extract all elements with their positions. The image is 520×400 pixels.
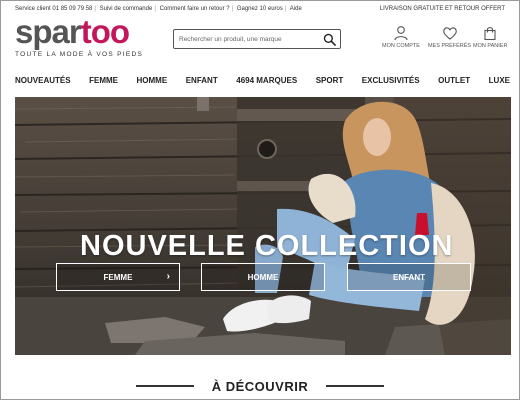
hero-femme-label: FEMME	[103, 272, 133, 282]
divider-right	[326, 385, 385, 387]
win-link[interactable]: Gagnez 10 euros	[237, 6, 283, 12]
main-nav: NOUVEAUTÉS FEMME HOMME ENFANT 4694 MARQU…	[15, 70, 510, 90]
nav-item-outlet[interactable]: OUTLET	[438, 76, 470, 85]
discover-section-header: À DÉCOUVRIR	[0, 376, 520, 396]
customer-service-link[interactable]: Service client 01 85 09 79 58	[15, 6, 92, 12]
section-title: À DÉCOUVRIR	[211, 378, 309, 394]
divider-left	[135, 385, 194, 387]
return-link[interactable]: Comment faire un retour ?	[160, 6, 230, 12]
hero-banner[interactable]: NOUVELLE COLLECTION FEMME › HOMME ENFANT	[15, 97, 511, 355]
nav-item-femme[interactable]: FEMME	[89, 76, 118, 85]
my-account-button[interactable]: MON COMPTE	[382, 25, 420, 49]
nav-item-homme[interactable]: HOMME	[137, 76, 168, 85]
heart-icon	[442, 27, 457, 40]
utility-links: Service client 01 85 09 79 58 | Suivi de …	[15, 5, 302, 12]
search-box	[173, 29, 341, 49]
nav-item-sport[interactable]: SPORT	[316, 76, 344, 85]
logo-part-1: spar	[15, 13, 82, 50]
shopping-bag-icon	[484, 27, 496, 41]
hero-femme-button[interactable]: FEMME ›	[56, 263, 180, 291]
cart-button[interactable]: MON PANIER	[473, 25, 507, 49]
hero-homme-label: HOMME	[247, 272, 279, 282]
user-icon	[394, 26, 408, 41]
logo-wordmark: spartoo	[15, 15, 140, 49]
hero-enfant-button[interactable]: ENFANT	[347, 263, 471, 291]
nav-item-enfant[interactable]: ENFANT	[186, 76, 218, 85]
nav-item-nouveautes[interactable]: NOUVEAUTÉS	[15, 76, 71, 85]
hero-homme-button[interactable]: HOMME	[201, 263, 325, 291]
logo-part-2: too	[80, 13, 130, 50]
logo-tagline: TOUTE LA MODE À VOS PIEDS	[15, 51, 144, 58]
cart-label: MON PANIER	[473, 43, 508, 49]
nav-item-exclusivites[interactable]: EXCLUSIVITÉS	[362, 76, 420, 85]
search-input[interactable]	[174, 35, 314, 43]
search-icon[interactable]	[323, 33, 336, 46]
shipping-banner[interactable]: LIVRAISON GRATUITE ET RETOUR OFFERT	[380, 6, 505, 12]
favorites-button[interactable]: MES PRÉFÉRÉS	[428, 25, 471, 49]
hero-enfant-label: ENFANT	[393, 272, 425, 282]
favorites-label: MES PRÉFÉRÉS	[428, 43, 472, 49]
logo[interactable]: spartoo TOUTE LA MODE À VOS PIEDS	[15, 15, 144, 59]
chevron-right-icon: ›	[166, 271, 170, 282]
my-account-label: MON COMPTE	[382, 43, 420, 49]
hero-headline: NOUVELLE COLLECTION	[80, 230, 454, 262]
nav-item-marques[interactable]: 4694 MARQUES	[236, 76, 297, 85]
help-link[interactable]: Aide	[290, 6, 302, 12]
hero-image	[15, 97, 511, 355]
order-tracking-link[interactable]: Suivi de commande	[100, 6, 153, 12]
nav-item-luxe[interactable]: LUXE	[489, 76, 510, 85]
